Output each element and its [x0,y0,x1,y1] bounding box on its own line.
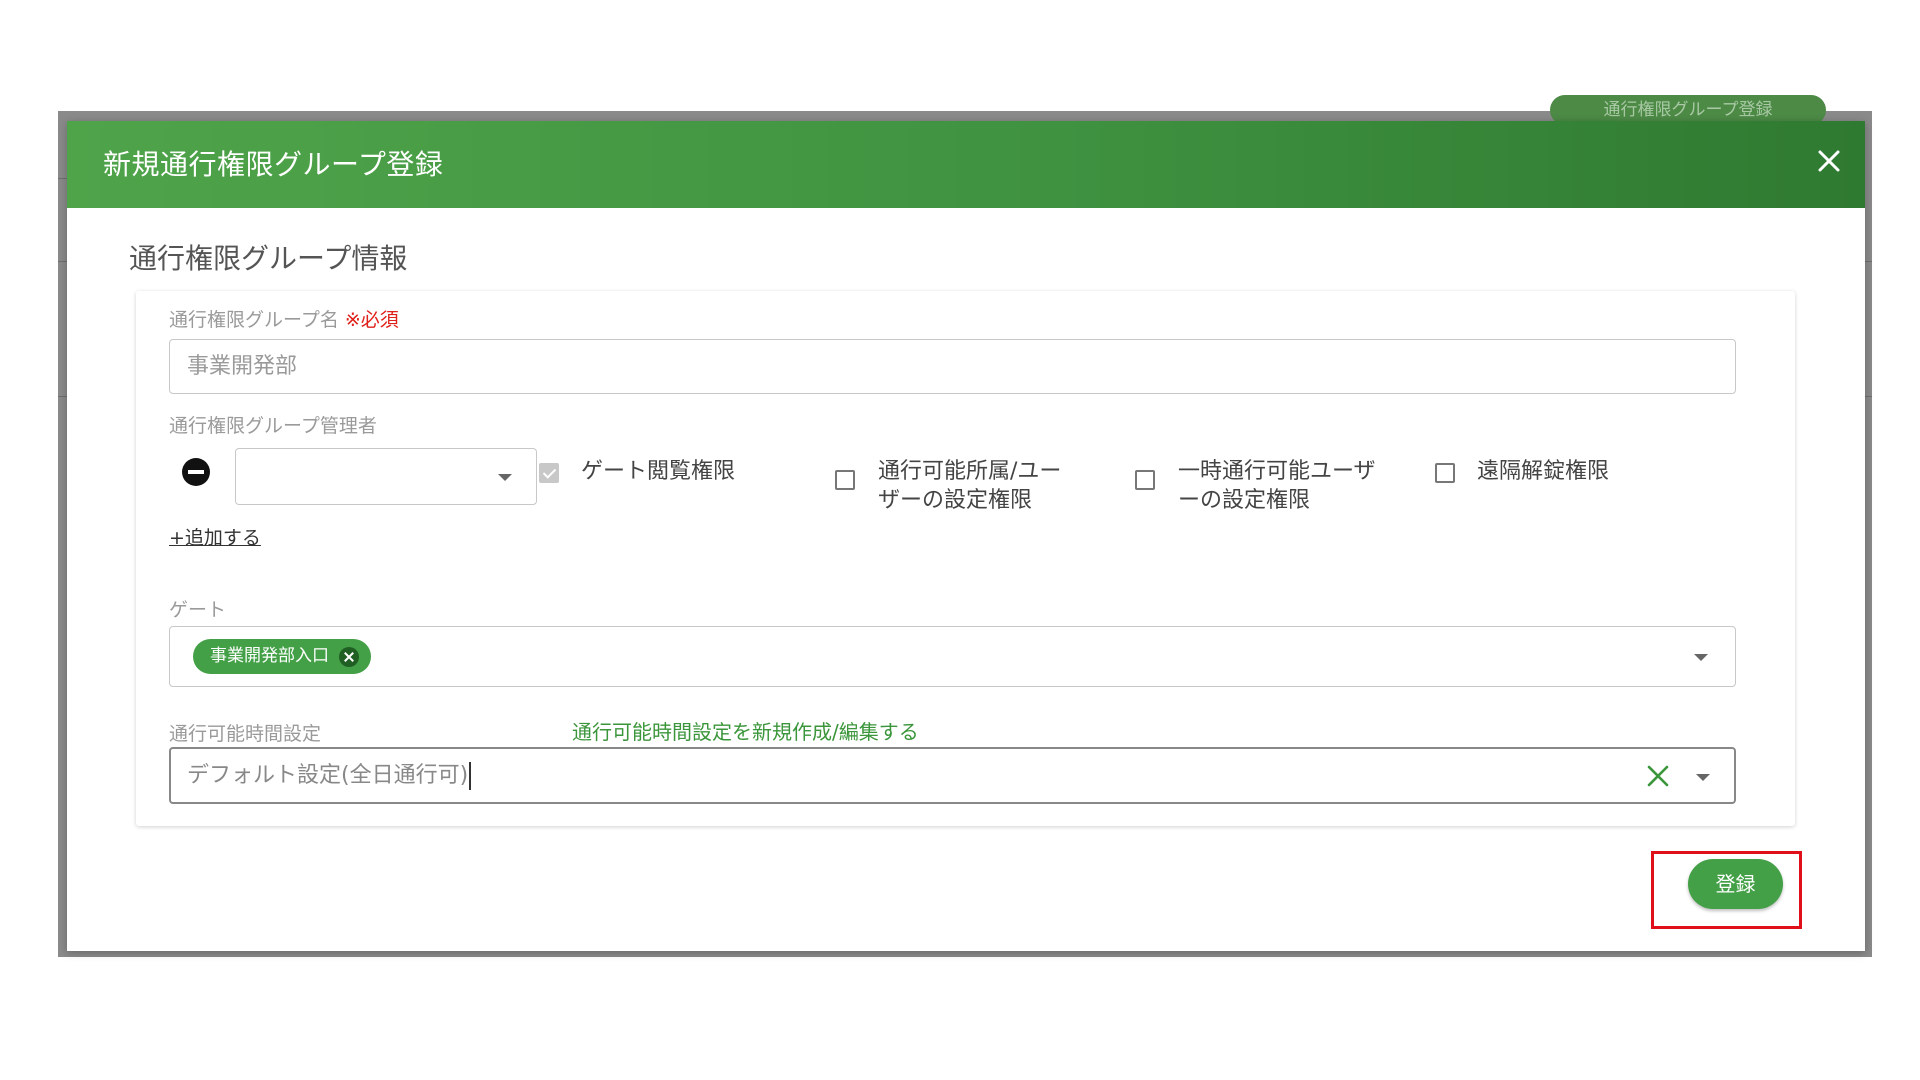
checkbox-checked-icon [539,463,559,483]
perm-user-settings-label: 通行可能所属/ユー ザーの設定権限 [878,459,1062,513]
gate-chip: 事業開発部入口 [193,639,371,674]
admin-select[interactable] [235,448,537,505]
text-cursor [469,762,472,790]
chevron-down-icon [1694,654,1708,661]
perm-gate-view[interactable]: ゲート閲覧権限 [539,457,735,486]
time-setting-value: デフォルト設定(全日通行可) [187,763,469,788]
modal-header: 新規通行権限グループ登録 [67,121,1865,208]
clear-icon[interactable] [1646,764,1670,788]
registration-modal: 新規通行権限グループ登録 通行権限グループ情報 通行権限グループ名 ※必須 事業開… [67,121,1865,951]
perm-temp-user-settings[interactable]: 一時通行可能ユーザ ーの設定権限 [1135,457,1376,515]
required-mark: ※必須 [344,309,399,331]
time-setting-label: 通行可能時間設定 [169,723,322,745]
perm-gate-view-label: ゲート閲覧権限 [581,459,736,484]
checkbox-icon [1135,470,1155,490]
gate-select[interactable]: 事業開発部入口 [169,626,1736,687]
close-button[interactable] [1811,143,1847,179]
perm-user-settings[interactable]: 通行可能所属/ユー ザーの設定権限 [835,457,1061,515]
checkbox-icon [1435,463,1455,483]
gate-label: ゲート [169,599,227,621]
add-admin-link[interactable]: +追加する [169,523,261,550]
close-icon [1818,150,1840,172]
chevron-down-icon [1696,774,1710,781]
time-setting-edit-link[interactable]: 通行可能時間設定を新規作成/編集する [572,716,919,745]
perm-remote-unlock[interactable]: 遠隔解錠権限 [1435,457,1609,486]
time-setting-value-wrap: デフォルト設定(全日通行可) [187,749,472,802]
perm-temp-user-settings-label: 一時通行可能ユーザ ーの設定権限 [1178,459,1376,513]
group-name-label: 通行権限グループ名 ※必須 [169,305,399,332]
perm-remote-unlock-label: 遠隔解錠権限 [1477,459,1610,484]
gate-chip-label: 事業開発部入口 [210,646,329,666]
admin-label: 通行権限グループ管理者 [169,415,377,437]
section-title: 通行権限グループ情報 [129,242,408,275]
chevron-down-icon [498,474,512,481]
form-card: 通行権限グループ名 ※必須 事業開発部 通行権限グループ管理者 ゲート閲覧権限 通… [136,291,1795,826]
remove-admin-icon[interactable] [181,457,211,487]
group-name-value: 事業開発部 [187,354,298,379]
checkbox-icon [835,470,855,490]
highlight-annotation-box [1651,851,1802,929]
modal-title: 新規通行権限グループ登録 [103,148,444,181]
chip-remove-icon[interactable] [339,647,359,667]
group-name-input[interactable]: 事業開発部 [169,339,1736,394]
group-name-label-text: 通行権限グループ名 [169,309,339,331]
time-setting-select[interactable]: デフォルト設定(全日通行可) [169,747,1736,804]
